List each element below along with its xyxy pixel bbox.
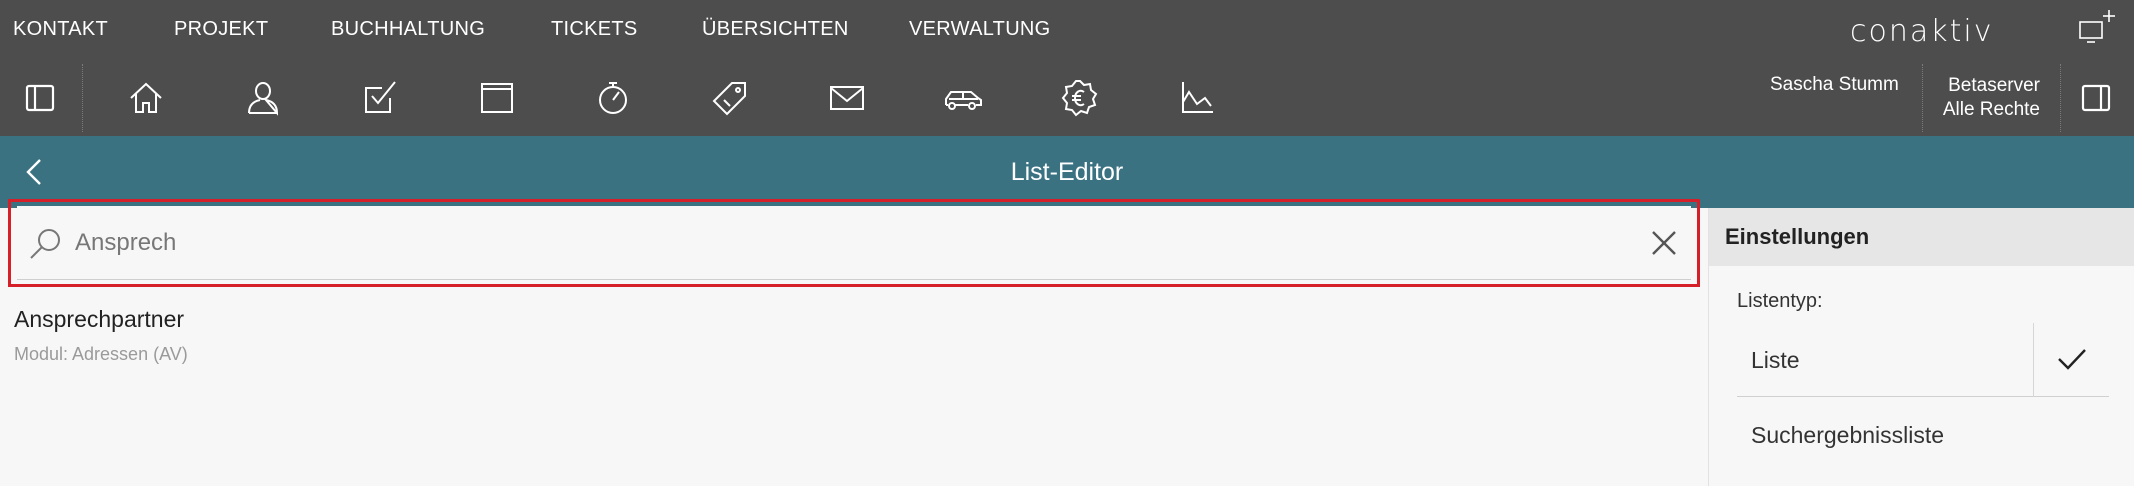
listtype-label: Listentyp:: [1737, 290, 1823, 312]
list-item[interactable]: Ansprechpartner Modul: Adressen (AV): [0, 300, 1700, 372]
menu-tickets[interactable]: TICKETS: [551, 18, 638, 41]
title-bar: List-Editor: [0, 136, 2134, 208]
close-icon[interactable]: [1649, 228, 1679, 258]
checkmark-icon: [2058, 349, 2086, 370]
mail-icon[interactable]: [827, 78, 867, 118]
top-menu-bar: KONTAKT PROJEKT BUCHHALTUNG TICKETS ÜBER…: [0, 0, 2134, 60]
menu-projekt[interactable]: PROJEKT: [174, 18, 268, 41]
toolbar-divider: [2060, 64, 2061, 132]
option-label: Liste: [1751, 347, 1800, 373]
sidebar-toggle-icon[interactable]: [20, 78, 60, 118]
search-icon: [27, 226, 63, 262]
back-chevron-icon[interactable]: [18, 154, 54, 190]
settings-panel: Einstellungen Listentyp: Liste Suchergeb…: [1708, 208, 2134, 486]
chart-icon[interactable]: [1177, 78, 1217, 118]
person-icon[interactable]: [243, 78, 283, 118]
search-bar: [17, 206, 1691, 280]
server-name: Betaserver: [1948, 75, 2040, 96]
settings-header: Einstellungen: [1709, 208, 2134, 266]
search-input[interactable]: [75, 220, 1575, 266]
settings-title: Einstellungen: [1725, 224, 1870, 249]
page-title: List-Editor: [1010, 158, 1124, 186]
menu-uebersichten[interactable]: ÜBERSICHTEN: [702, 18, 849, 41]
menu-buchhaltung[interactable]: BUCHHALTUNG: [331, 18, 485, 41]
right-panel-toggle-icon[interactable]: [2076, 78, 2116, 118]
window-icon[interactable]: [477, 78, 517, 118]
search-highlight-frame: [8, 199, 1700, 287]
tag-icon[interactable]: [710, 78, 750, 118]
new-window-icon[interactable]: [2078, 8, 2118, 48]
option-liste[interactable]: Liste: [1737, 323, 2109, 397]
icon-toolbar: Sascha Stumm Betaserver Alle Rechte: [0, 60, 2134, 136]
menu-kontakt[interactable]: KONTAKT: [13, 18, 108, 41]
option-suchergebnissliste[interactable]: Suchergebnissliste: [1737, 398, 2109, 472]
home-icon[interactable]: [126, 78, 166, 118]
stopwatch-icon[interactable]: [593, 78, 633, 118]
server-info[interactable]: Betaserver Alle Rechte: [1932, 74, 2040, 122]
task-check-icon[interactable]: [360, 78, 400, 118]
server-rights: Alle Rechte: [1942, 99, 2040, 120]
option-label: Suchergebnissliste: [1751, 422, 1945, 448]
toolbar-divider: [82, 64, 83, 132]
menu-verwaltung[interactable]: VERWALTUNG: [909, 18, 1051, 41]
conaktiv-logo: conaktiv: [1850, 14, 1994, 49]
result-subtitle: Modul: Adressen (AV): [14, 344, 188, 364]
toolbar-divider: [1922, 64, 1923, 132]
user-name[interactable]: Sascha Stumm: [1770, 74, 1899, 96]
euro-badge-icon[interactable]: [1060, 78, 1100, 118]
check-area: [2033, 323, 2109, 397]
result-title: Ansprechpartner: [14, 306, 185, 332]
car-icon[interactable]: [943, 78, 983, 118]
